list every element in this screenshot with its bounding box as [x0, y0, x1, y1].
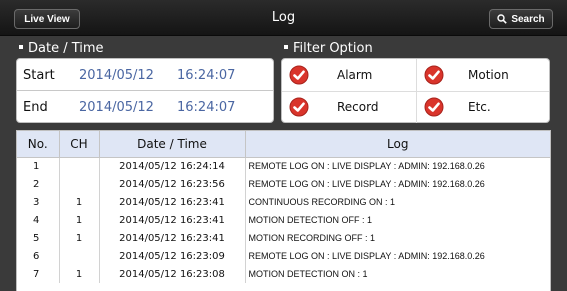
- filter-record-label: Record: [337, 100, 379, 114]
- cell-log: MOTION DETECTION OFF : 1: [248, 215, 373, 225]
- end-row[interactable]: End 2014/05/12 16:24:07: [17, 91, 273, 123]
- cell-no: 4: [17, 211, 60, 229]
- search-icon: [497, 14, 508, 24]
- end-date[interactable]: 2014/05/12: [79, 100, 154, 115]
- filter-alarm-label: Alarm: [337, 68, 373, 82]
- filter-label-text: Filter Option: [293, 41, 373, 56]
- end-label: End: [23, 100, 48, 115]
- filter-motion-label: Motion: [468, 68, 509, 82]
- cell-no: 2: [17, 175, 60, 193]
- cell-ch: 1: [59, 229, 100, 247]
- table-row[interactable]: 4 1 2014/05/12 16:23:41 MOTION DETECTION…: [17, 211, 550, 229]
- cell-no: 5: [17, 229, 60, 247]
- start-row[interactable]: Start 2014/05/12 16:24:07: [17, 59, 273, 91]
- date-time-label-text: Date / Time: [28, 41, 104, 56]
- table-row[interactable]: 3 1 2014/05/12 16:23:41 CONTINUOUS RECOR…: [17, 193, 550, 211]
- table-row[interactable]: 2 2014/05/12 16:23:56 REMOTE LOG ON : LI…: [17, 175, 550, 193]
- bullet-icon: [19, 44, 23, 49]
- cell-datetime: 2014/05/12 16:23:09: [99, 247, 246, 265]
- cell-ch: 1: [59, 211, 100, 229]
- checkmark-icon: [289, 97, 309, 117]
- column-header-no[interactable]: No.: [17, 131, 60, 158]
- cell-ch: [59, 247, 100, 265]
- cell-no: 6: [17, 247, 60, 265]
- column-header-log[interactable]: Log: [245, 131, 550, 158]
- start-label: Start: [23, 68, 55, 83]
- page-title: Log: [271, 10, 296, 25]
- cell-datetime: 2014/05/12 16:24:14: [99, 157, 246, 175]
- cell-log: MOTION DETECTION ON : 1: [248, 269, 368, 279]
- search-button[interactable]: Search: [489, 9, 553, 29]
- cell-ch: [59, 175, 100, 193]
- cell-ch: 1: [59, 265, 100, 283]
- column-header-ch[interactable]: CH: [59, 131, 100, 158]
- cell-no: 1: [17, 157, 60, 175]
- cell-no: 7: [17, 265, 60, 283]
- cell-log: MOTION RECORDING OFF : 1: [248, 233, 376, 243]
- cell-ch: [59, 157, 100, 175]
- search-label: Search: [511, 13, 545, 25]
- cell-datetime: 2014/05/12 16:23:41: [99, 229, 246, 247]
- date-time-section-label: Date / Time: [19, 41, 104, 56]
- column-header-datetime[interactable]: Date / Time: [99, 131, 246, 158]
- table-row[interactable]: 1 2014/05/12 16:24:14 REMOTE LOG ON : LI…: [17, 157, 550, 175]
- end-time[interactable]: 16:24:07: [177, 100, 235, 115]
- filter-motion[interactable]: Motion: [416, 59, 549, 91]
- date-time-panel: Start 2014/05/12 16:24:07 End 2014/05/12…: [16, 58, 274, 123]
- start-date[interactable]: 2014/05/12: [79, 68, 154, 83]
- start-time[interactable]: 16:24:07: [177, 68, 235, 83]
- log-table[interactable]: No. CH Date / Time Log 1 2014/05/12 16:2…: [16, 130, 551, 291]
- checkmark-icon: [289, 65, 309, 85]
- cell-ch: 1: [59, 193, 100, 211]
- cell-log: CONTINUOUS RECORDING ON : 1: [248, 197, 396, 207]
- cell-log: REMOTE LOG ON : LIVE DISPLAY : ADMIN: 19…: [248, 251, 485, 261]
- table-header-row: No. CH Date / Time Log: [17, 131, 550, 158]
- filter-alarm[interactable]: Alarm: [282, 59, 415, 91]
- table-row[interactable]: 6 2014/05/12 16:23:09 REMOTE LOG ON : LI…: [17, 247, 550, 265]
- cell-datetime: 2014/05/12 16:23:41: [99, 211, 246, 229]
- checkmark-icon: [424, 65, 444, 85]
- cell-log: REMOTE LOG ON : LIVE DISPLAY : ADMIN: 19…: [248, 179, 485, 189]
- cell-datetime: 2014/05/12 16:23:56: [99, 175, 246, 193]
- top-bar: Live View Log Search: [0, 0, 567, 36]
- bullet-icon: [284, 44, 288, 49]
- cell-datetime: 2014/05/12 16:23:41: [99, 193, 246, 211]
- filter-etc[interactable]: Etc.: [416, 91, 549, 123]
- cell-datetime: 2014/05/12 16:23:08: [99, 265, 246, 283]
- filter-panel: Alarm Motion Record Etc.: [281, 58, 550, 123]
- cell-log: REMOTE LOG ON : LIVE DISPLAY : ADMIN: 19…: [248, 161, 485, 172]
- table-row[interactable]: 5 1 2014/05/12 16:23:41 MOTION RECORDING…: [17, 229, 550, 247]
- table-row[interactable]: 7 1 2014/05/12 16:23:08 MOTION DETECTION…: [17, 265, 550, 283]
- checkmark-icon: [424, 97, 444, 117]
- cell-no: 3: [17, 193, 60, 211]
- filter-record[interactable]: Record: [282, 91, 415, 123]
- filter-etc-label: Etc.: [468, 100, 491, 114]
- filter-option-section-label: Filter Option: [284, 41, 373, 56]
